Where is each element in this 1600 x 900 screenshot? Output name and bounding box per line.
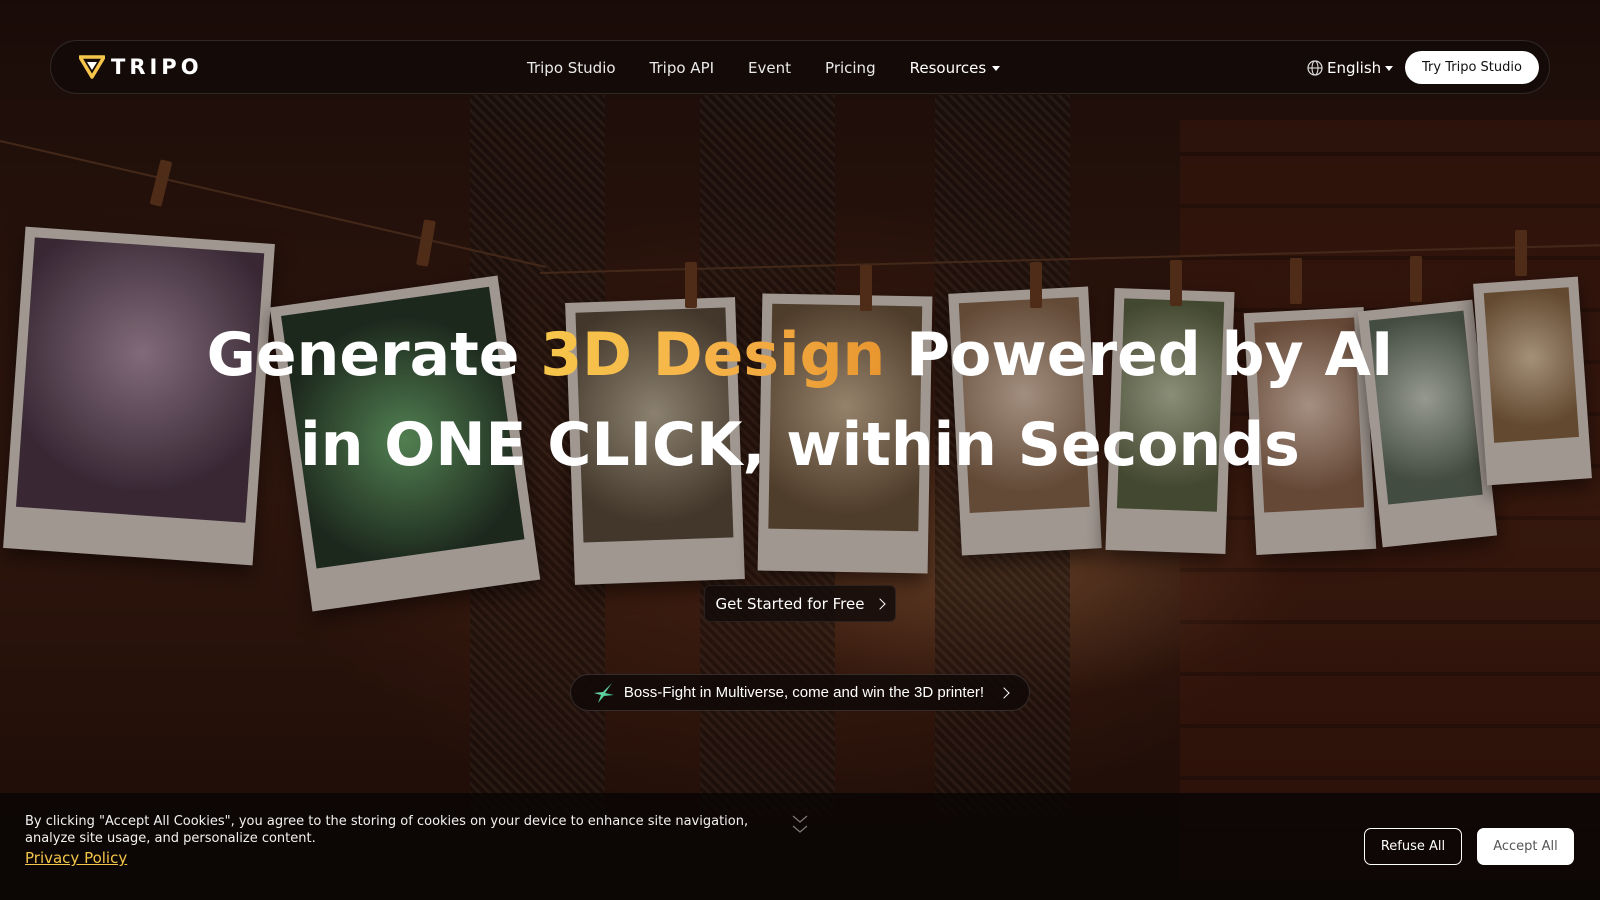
promo-label: Boss-Fight in Multiverse, come and win t… <box>623 684 985 701</box>
caret-down-icon <box>992 65 1001 71</box>
nav-link-label: Event <box>748 59 792 77</box>
cookie-consent-banner: By clicking "Accept All Cookies", you ag… <box>0 793 1600 900</box>
hero-text: Generate <box>206 320 541 390</box>
get-started-label: Get Started for Free <box>715 594 865 613</box>
nav-link-label: Pricing <box>825 59 876 77</box>
hero-highlight-text: 3D Design <box>540 320 886 390</box>
get-started-button[interactable]: Get Started for Free <box>704 585 896 622</box>
nav-link-tripo-api[interactable]: Tripo API <box>650 59 715 77</box>
language-selector[interactable]: English <box>1307 41 1394 95</box>
accept-all-button[interactable]: Accept All <box>1477 828 1574 865</box>
globe-icon <box>1307 60 1323 76</box>
cookie-consent-text: By clicking "Accept All Cookies", you ag… <box>25 814 749 846</box>
nav-link-resources[interactable]: Resources <box>910 59 1001 77</box>
privacy-policy-link[interactable]: Privacy Policy <box>25 849 127 867</box>
tripo-logo-icon <box>79 55 105 79</box>
caret-down-icon <box>1385 65 1394 71</box>
chevron-right-icon <box>874 597 887 610</box>
nav-link-event[interactable]: Event <box>748 59 791 77</box>
nav-link-label: Tripo Studio <box>527 59 616 77</box>
refuse-all-button[interactable]: Refuse All <box>1364 828 1462 865</box>
nav-links: Tripo Studio Tripo API Event Pricing Res… <box>527 41 1034 95</box>
hero-line-2: in ONE CLICK, within Seconds <box>300 410 1300 480</box>
event-promo-banner[interactable]: Boss-Fight in Multiverse, come and win t… <box>570 674 1030 711</box>
nav-link-tripo-studio[interactable]: Tripo Studio <box>527 59 616 77</box>
hero-headline: Generate 3D Design Powered by AI in ONE … <box>0 310 1600 490</box>
chevron-right-icon <box>998 686 1010 699</box>
nav-link-pricing[interactable]: Pricing <box>825 59 876 77</box>
sparkle-icon <box>593 682 614 703</box>
hero-text: Powered by AI <box>885 320 1394 390</box>
top-navbar: TRIPO Tripo Studio Tripo API Event Prici… <box>50 40 1550 94</box>
logo-text: TRIPO <box>111 55 203 79</box>
language-label: English <box>1327 59 1382 77</box>
nav-link-label: Resources <box>909 59 987 77</box>
tripo-logo[interactable]: TRIPO <box>79 55 203 79</box>
try-tripo-studio-button[interactable]: Try Tripo Studio <box>1405 51 1539 84</box>
hero-line-1: Generate 3D Design Powered by AI <box>0 310 1600 400</box>
nav-link-label: Tripo API <box>649 59 715 77</box>
scroll-down-icon <box>792 815 808 833</box>
